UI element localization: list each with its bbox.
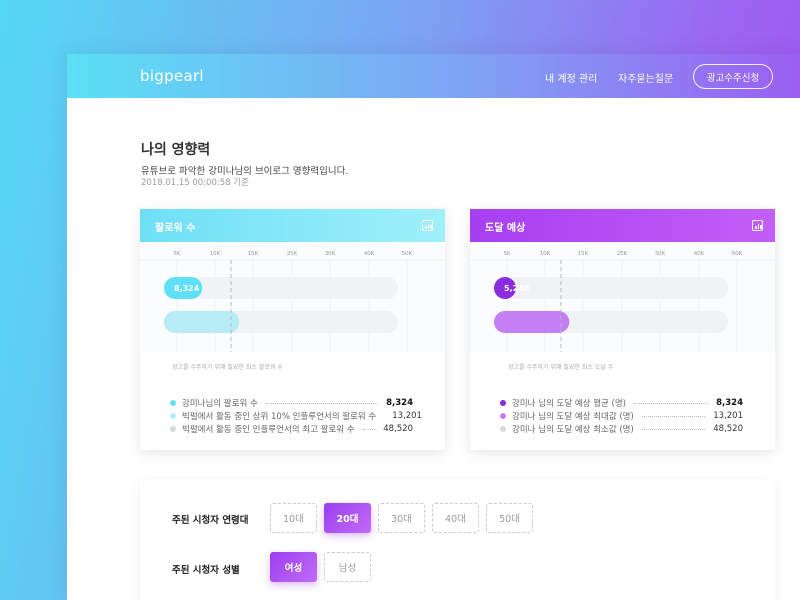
legend-dot — [500, 426, 506, 432]
card-header: 팔로워 수 — [140, 209, 445, 242]
nav-my-account[interactable]: 내 계정 관리 — [545, 70, 597, 85]
age-option-chip[interactable]: 50대 — [486, 503, 533, 533]
tick-label: 30K — [325, 251, 336, 257]
legend-row: 빅펄에서 활동 중인 상위 10% 인플루언서의 팔로워 수 13,201 — [170, 410, 422, 422]
legend-row: 강미나 님의 도달 예상 최대값 (명) 13,201 — [500, 410, 743, 422]
page-subtitle: 유튜브로 파악한 강미나님의 브이로그 영향력입니다. — [141, 166, 349, 177]
gender-option-chip[interactable]: 남성 — [324, 552, 371, 582]
legend-value: 13,201 — [713, 411, 743, 421]
followers-chart: 5K 10K 15K 25K 30K 40K 50K 8,324 — [140, 242, 445, 352]
card-header: 도달 예상 — [470, 209, 775, 242]
legend-value: 8,324 — [716, 398, 743, 408]
legend-value: 8,324 — [386, 398, 413, 408]
bar-value-label: 8,324 — [174, 284, 200, 293]
tick-label: 10K — [540, 251, 551, 257]
age-option-chip[interactable]: 30대 — [378, 503, 425, 533]
apply-ad-button[interactable]: 광고수주신청 — [693, 64, 773, 89]
legend-row: 강미나 님의 도달 예상 최소값 (명) 48,520 — [500, 423, 743, 435]
followers-chart-svg: 5K 10K 15K 25K 30K 40K 50K 8,324 — [140, 251, 445, 352]
age-option-chip[interactable]: 10대 — [270, 503, 317, 533]
legend-dot — [500, 400, 506, 406]
threshold-note: 광고를 수주하기 위해 필요한 최소 도달 수 — [508, 364, 614, 371]
data-bar — [494, 311, 570, 333]
threshold-note: 광고를 수주하기 위해 필요한 최소 팔로워 수 — [172, 364, 283, 371]
legend-row: 강미나 님의 도달 예상 평균 (명) 8,324 — [500, 397, 743, 409]
card-title: 도달 예상 — [485, 223, 526, 234]
tick-label: 50K — [732, 251, 743, 257]
leader-line — [641, 428, 706, 430]
legend-dot — [170, 426, 176, 432]
legend-label: 강미나님의 팔로워 수 — [182, 399, 258, 409]
reach-chart-svg: 5K 10K 15K 25K 30K 40K 50K 5,240 — [470, 251, 775, 352]
legend-row: 강미나님의 팔로워 수 8,324 — [170, 397, 413, 409]
leader-line — [633, 402, 709, 404]
legend-value: 13,201 — [392, 411, 422, 421]
tick-label: 40K — [694, 251, 705, 257]
followers-card: 팔로워 수 5K 10K 15K 25K 30K 40K 50K 8,324 광고를 수주하기… — [140, 209, 445, 450]
viewer-filter-panel: 주된 시청자 연령대 10대 20대 30대 40대 50대 주된 시청자 성별 여성 남… — [140, 479, 775, 600]
legend-dot — [170, 413, 176, 419]
tick-label: 5K — [173, 251, 180, 257]
legend-dot — [170, 400, 176, 406]
card-title: 팔로워 수 — [155, 223, 196, 234]
legend-dot — [500, 413, 506, 419]
legend-value: 48,520 — [713, 424, 743, 434]
legend-label: 강미나 님의 도달 예상 최소값 (명) — [512, 425, 634, 435]
tick-label: 15K — [248, 251, 259, 257]
tick-label: 5K — [503, 251, 510, 257]
leader-line — [641, 415, 706, 417]
nav-faq[interactable]: 자주묻는질문 — [618, 70, 673, 85]
legend-label: 강미나 님의 도달 예상 평균 (명) — [512, 399, 626, 409]
gender-label: 주된 시청자 성별 — [172, 565, 240, 576]
reach-legend: 광고를 수주하기 위해 필요한 최소 도달 수 강미나 님의 도달 예상 평균 … — [470, 352, 775, 450]
logo[interactable]: bigpearl — [140, 67, 204, 85]
tick-label: 15K — [578, 251, 589, 257]
tick-label: 25K — [287, 251, 298, 257]
leader-line — [362, 428, 376, 430]
legend-value: 48,520 — [383, 424, 413, 434]
bar-value-label: 5,240 — [504, 284, 530, 293]
legend-label: 빅펄에서 활동 중인 인플루언서의 최고 팔로워 수 — [182, 425, 355, 435]
tick-label: 30K — [655, 251, 666, 257]
bar-chart-icon[interactable] — [422, 220, 433, 231]
legend-row: 빅펄에서 활동 중인 인플루언서의 최고 팔로워 수 48,520 — [170, 423, 413, 435]
top-bar: bigpearl 내 계정 관리 자주묻는질문 광고수주신청 — [67, 54, 800, 98]
app-window: bigpearl 내 계정 관리 자주묻는질문 광고수주신청 나의 영향력 유튜… — [67, 54, 800, 600]
reach-card: 도달 예상 5K 10K 15K 25K 30K 40K 50K 5,240 광고를 수주하기… — [470, 209, 775, 450]
page-title: 나의 영향력 — [141, 142, 211, 158]
tick-label: 40K — [364, 251, 375, 257]
legend-label: 빅펄에서 활동 중인 상위 10% 인플루언서의 팔로워 수 — [182, 412, 377, 422]
gender-option-chip[interactable]: 여성 — [270, 552, 317, 582]
tick-label: 25K — [617, 251, 628, 257]
data-bar — [164, 311, 240, 333]
followers-legend: 광고를 수주하기 위해 필요한 최소 팔로워 수 강미나님의 팔로워 수 8,3… — [140, 352, 445, 450]
reach-chart: 5K 10K 15K 25K 30K 40K 50K 5,240 — [470, 242, 775, 352]
age-option-chip[interactable]: 40대 — [432, 503, 479, 533]
age-option-chip[interactable]: 20대 — [324, 503, 371, 533]
bar-chart-icon[interactable] — [752, 220, 763, 231]
leader-line — [265, 402, 379, 404]
page-timestamp: 2018.01.15 00:00:58 기준 — [141, 178, 249, 188]
age-label: 주된 시청자 연령대 — [172, 515, 249, 526]
tick-label: 50K — [402, 251, 413, 257]
legend-label: 강미나 님의 도달 예상 최대값 (명) — [512, 412, 634, 422]
tick-label: 10K — [210, 251, 221, 257]
